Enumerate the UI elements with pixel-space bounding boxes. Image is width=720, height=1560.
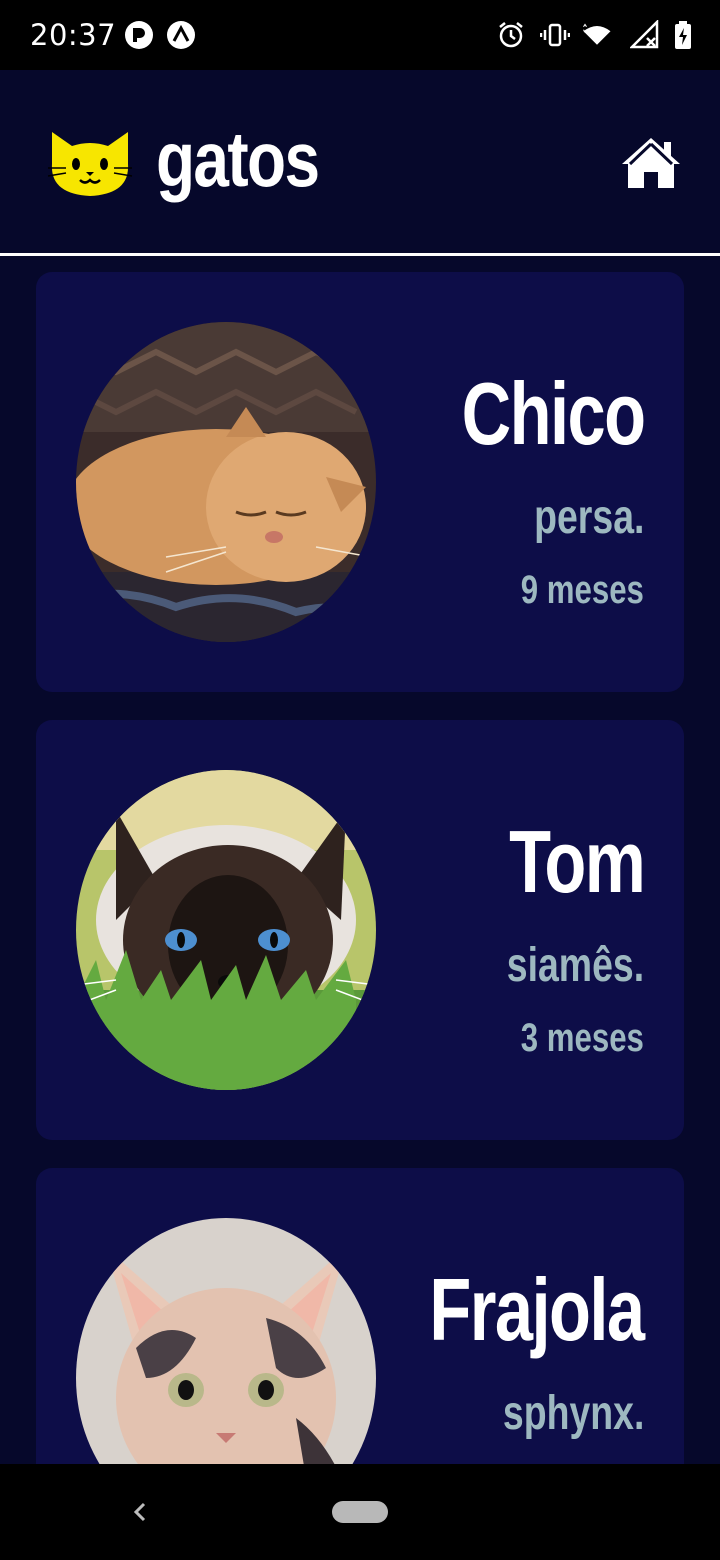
status-bar: 20:37 <box>0 0 720 70</box>
app-notification-icon <box>167 21 195 49</box>
cat-breed: persa. <box>533 491 644 544</box>
cat-age: 9 meses <box>520 568 644 612</box>
home-icon[interactable] <box>620 136 682 190</box>
cat-age: 3 meses <box>520 1016 644 1060</box>
back-chevron-icon[interactable] <box>128 1494 150 1530</box>
home-pill[interactable] <box>332 1501 388 1523</box>
cat-breed: siamês. <box>506 939 644 992</box>
wifi-icon <box>583 23 611 45</box>
cat-photo <box>76 322 376 642</box>
cat-photo <box>76 1218 376 1464</box>
signal-icon <box>630 20 659 49</box>
cat-photo <box>76 770 376 1090</box>
cat-breed: sphynx. <box>502 1387 644 1440</box>
alarm-icon <box>499 22 523 48</box>
status-time: 20:37 <box>30 18 117 52</box>
app-title: gatos <box>156 115 320 203</box>
vibrate-icon <box>540 23 570 47</box>
battery-icon <box>675 21 691 49</box>
app-header: gatos <box>0 70 720 256</box>
cat-name: Chico <box>461 364 645 463</box>
system-nav-bar <box>0 1464 720 1560</box>
app-screen: gatos Chico persa. 9 meses Tom siamês. 3… <box>0 70 720 1464</box>
cat-card[interactable]: Chico persa. 9 meses <box>36 272 684 692</box>
cat-face-icon <box>47 132 133 196</box>
cat-name: Tom <box>508 812 646 911</box>
cat-name: Frajola <box>429 1260 646 1359</box>
cat-card[interactable]: Frajola sphynx. <box>36 1168 684 1464</box>
cat-card[interactable]: Tom siamês. 3 meses <box>36 720 684 1140</box>
notification-icon <box>125 21 153 49</box>
